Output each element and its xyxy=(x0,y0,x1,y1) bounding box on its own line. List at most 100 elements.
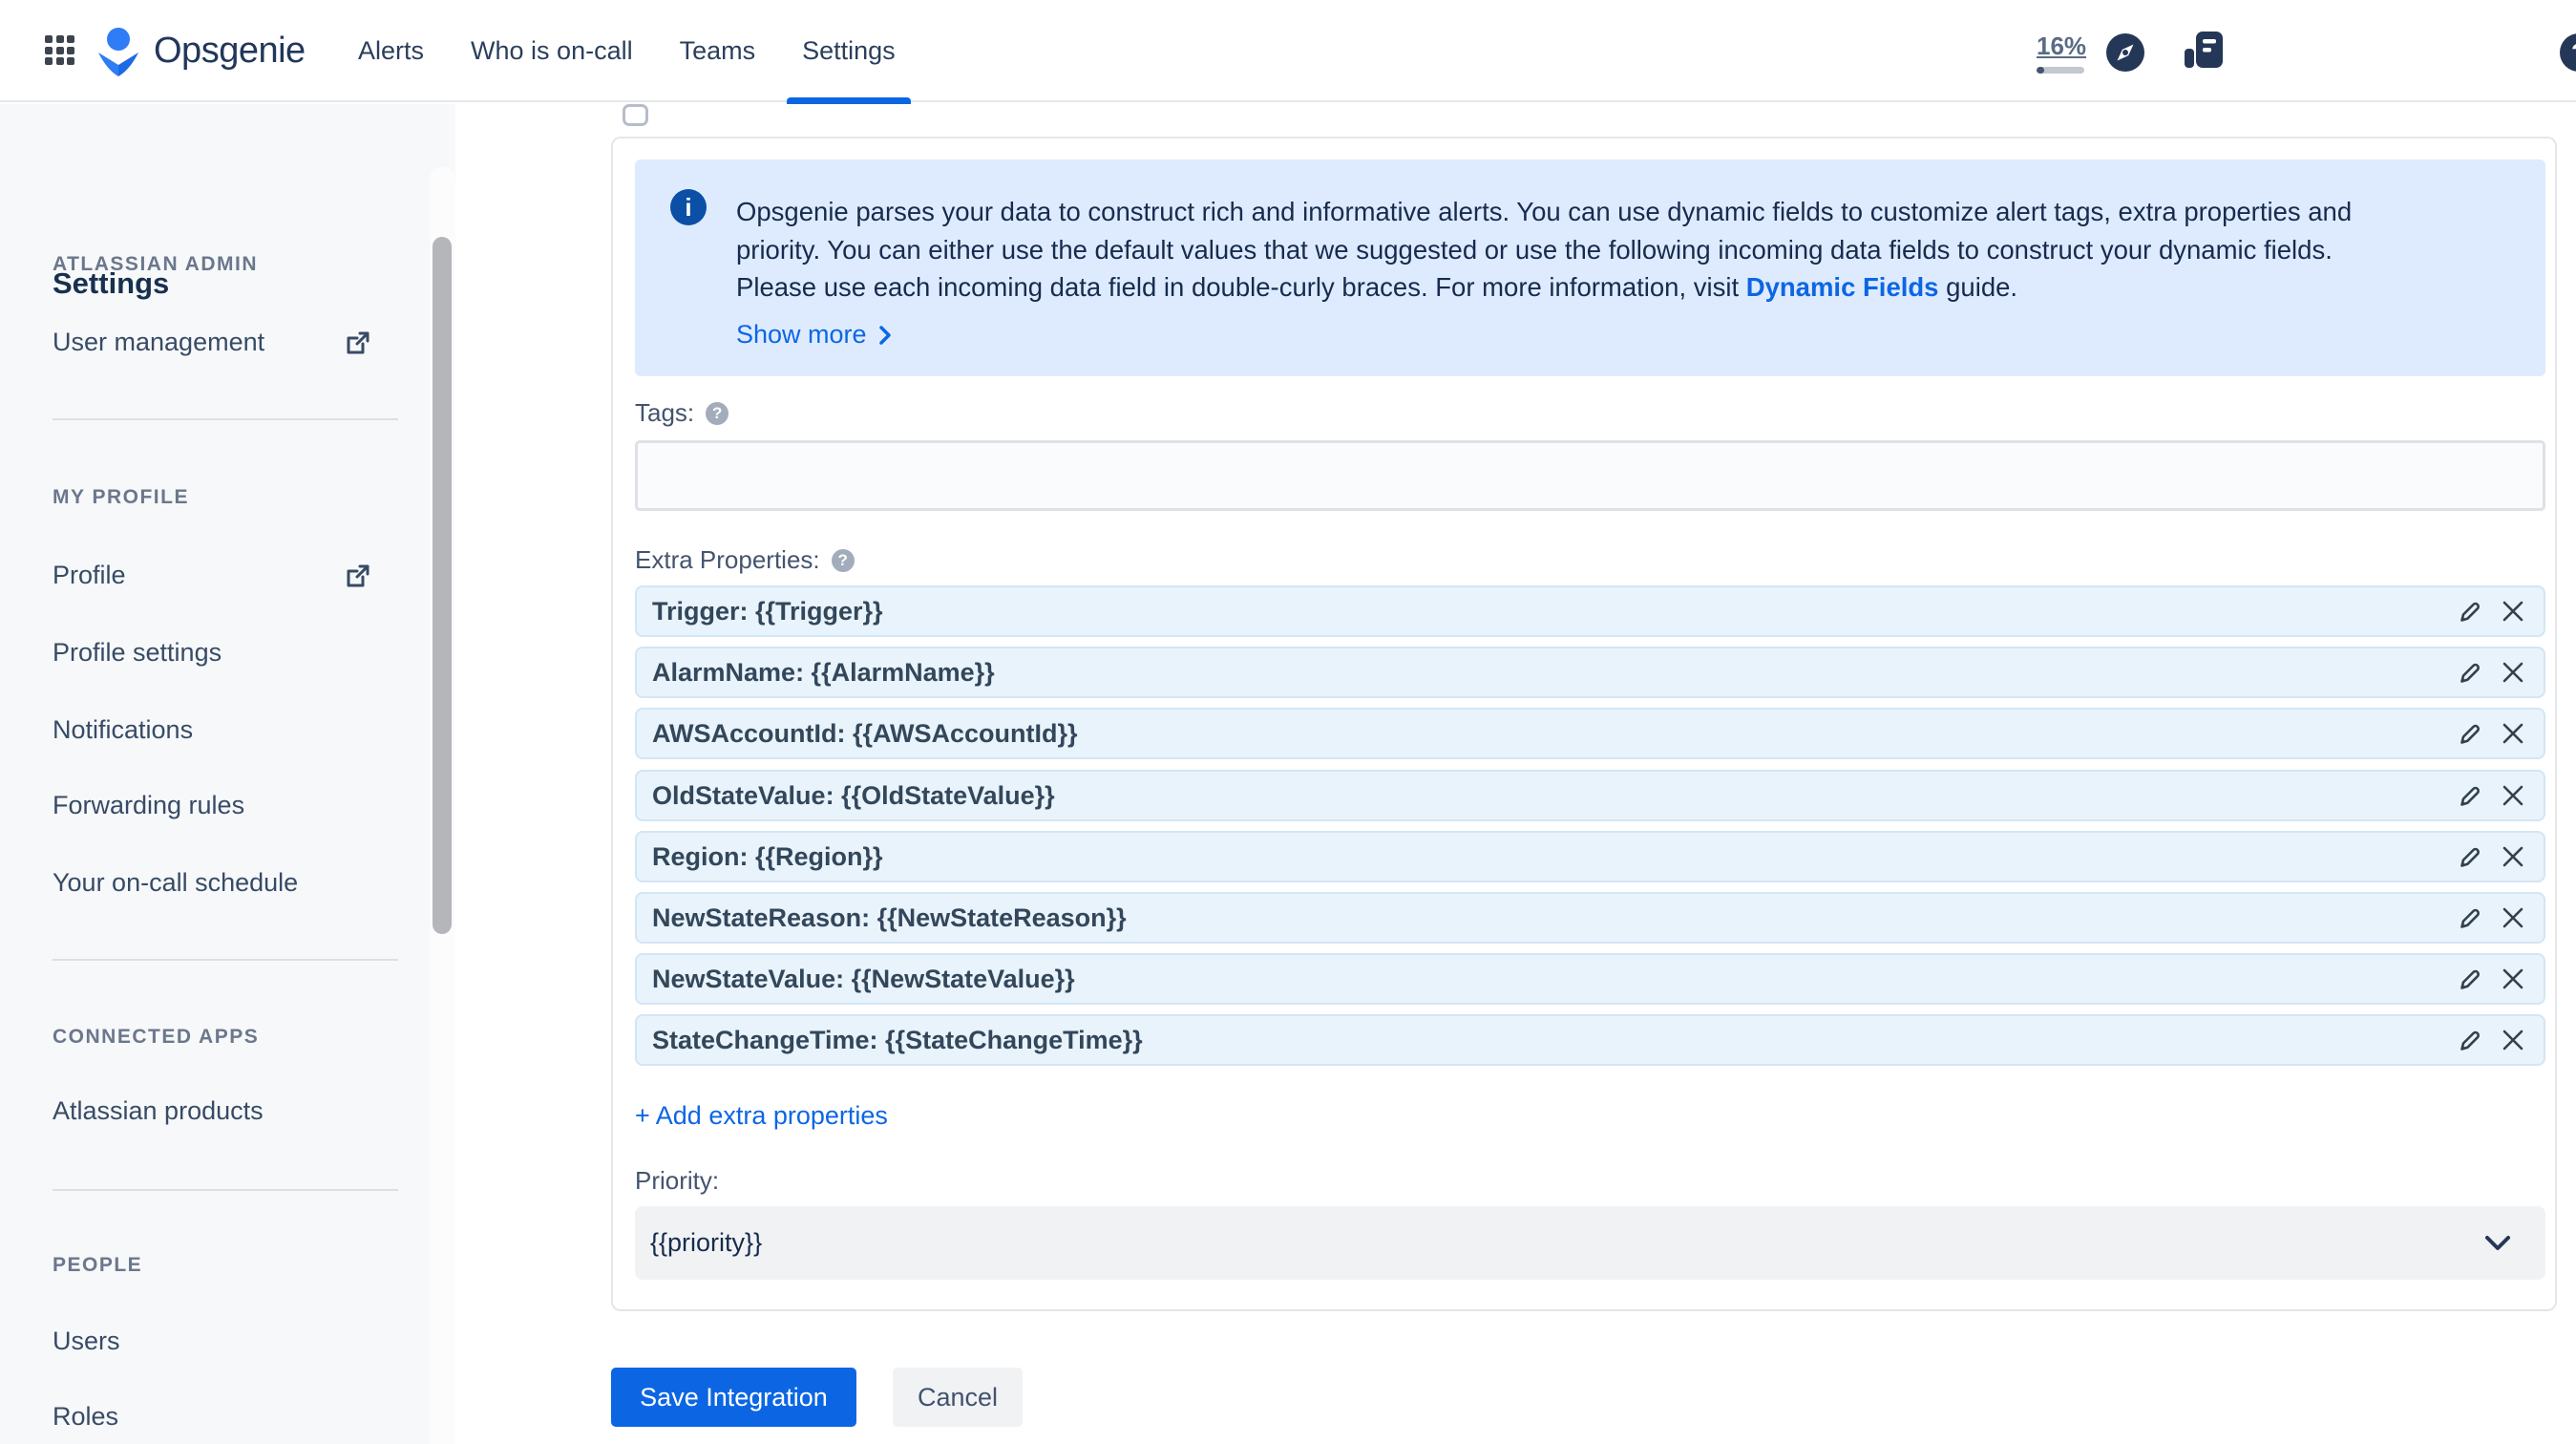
remove-property-button[interactable] xyxy=(2498,841,2528,872)
tags-label-row: Tags: ? xyxy=(635,398,729,428)
extra-property-value: Region: {{Region}} xyxy=(652,841,883,871)
extra-properties-help-icon[interactable]: ? xyxy=(831,548,855,572)
show-more-link[interactable]: Show more xyxy=(736,320,892,350)
cancel-button[interactable]: Cancel xyxy=(893,1368,1023,1427)
sidebar-item-label: Users xyxy=(53,1327,120,1355)
extra-property-value: Trigger: {{Trigger}} xyxy=(652,596,883,626)
sidebar-item-label: Forwarding rules xyxy=(53,791,245,819)
add-extra-properties-link[interactable]: + Add extra properties xyxy=(635,1101,888,1131)
extra-property-value: StateChangeTime: {{StateChangeTime}} xyxy=(652,1025,1143,1054)
section-label-my-profile: MY PROFILE xyxy=(53,486,189,508)
close-icon xyxy=(2502,785,2523,806)
banner-line-3-after: guide. xyxy=(1938,272,2018,302)
sidebar-item-label: Roles xyxy=(53,1402,119,1431)
opsgenie-logo[interactable]: Opsgenie xyxy=(95,0,306,102)
tags-label: Tags: xyxy=(635,398,695,427)
edit-property-button[interactable] xyxy=(2454,718,2484,749)
nav-who-is-on-call[interactable]: Who is on-call xyxy=(471,0,633,102)
tags-input[interactable] xyxy=(635,440,2545,511)
pencil-icon xyxy=(2460,1030,2480,1051)
priority-label: Priority: xyxy=(635,1166,720,1195)
extra-properties-label: Extra Properties: xyxy=(635,545,820,574)
extra-property-row: Trigger: {{Trigger}} xyxy=(635,585,2545,637)
extra-property-row: OldStateValue: {{OldStateValue}} xyxy=(635,770,2545,821)
edit-property-button[interactable] xyxy=(2454,780,2484,811)
remove-property-button[interactable] xyxy=(2498,1025,2528,1055)
pencil-icon xyxy=(2460,602,2480,622)
tags-help-icon[interactable]: ? xyxy=(706,401,729,425)
settings-sidebar: Settings ATLASSIAN ADMIN User management… xyxy=(0,104,455,1444)
edit-property-button[interactable] xyxy=(2454,596,2484,626)
pencil-icon xyxy=(2460,663,2480,683)
trial-progress-bar xyxy=(2037,67,2084,74)
trial-percent-label: 16% xyxy=(2037,32,2087,60)
edit-property-button[interactable] xyxy=(2454,841,2484,872)
extra-property-value: NewStateValue: {{NewStateValue}} xyxy=(652,964,1075,993)
sidebar-item-notifications[interactable]: Notifications xyxy=(53,715,193,745)
pencil-icon xyxy=(2460,847,2480,867)
close-icon xyxy=(2502,907,2523,928)
info-banner: i Opsgenie parses your data to construct… xyxy=(635,159,2545,376)
sidebar-item-profile[interactable]: Profile xyxy=(53,561,126,590)
info-icon: i xyxy=(670,189,707,225)
trial-progress[interactable]: 16% xyxy=(2037,32,2087,74)
remove-property-button[interactable] xyxy=(2498,596,2528,626)
remove-property-button[interactable] xyxy=(2498,657,2528,688)
navbar-right-cluster: 16% xyxy=(2037,0,2576,102)
sidebar-item-forwarding-rules[interactable]: Forwarding rules xyxy=(53,791,244,820)
extra-property-value: NewStateReason: {{NewStateReason}} xyxy=(652,902,1127,932)
brand-name: Opsgenie xyxy=(154,31,306,71)
extra-property-row: NewStateReason: {{NewStateReason}} xyxy=(635,892,2545,944)
sidebar-divider xyxy=(53,959,398,961)
remove-property-button[interactable] xyxy=(2498,964,2528,994)
dynamic-fields-link[interactable]: Dynamic Fields xyxy=(1746,272,1939,302)
edit-property-button[interactable] xyxy=(2454,902,2484,933)
extra-property-value: OldStateValue: {{OldStateValue}} xyxy=(652,780,1055,810)
pencil-icon xyxy=(2460,786,2480,806)
nav-settings[interactable]: Settings xyxy=(787,0,911,104)
show-more-label: Show more xyxy=(736,320,867,349)
edit-property-button[interactable] xyxy=(2454,1025,2484,1055)
integration-settings-card: i Opsgenie parses your data to construct… xyxy=(611,137,2557,1311)
sidebar-item-label: Your on-call schedule xyxy=(53,868,299,897)
edit-property-button[interactable] xyxy=(2454,964,2484,994)
integration-checkbox-partial[interactable] xyxy=(623,104,648,126)
app-switcher-icon[interactable] xyxy=(45,35,74,67)
close-icon xyxy=(2502,846,2523,867)
sidebar-item-label: Profile xyxy=(53,561,126,589)
nav-teams[interactable]: Teams xyxy=(680,0,756,102)
chevron-down-icon xyxy=(2485,1235,2510,1250)
pencil-icon xyxy=(2460,969,2480,989)
nav-alerts[interactable]: Alerts xyxy=(358,0,424,102)
sidebar-item-atlassian-products[interactable]: Atlassian products xyxy=(53,1096,264,1126)
sidebar-item-user-management[interactable]: User management xyxy=(53,328,264,357)
extra-property-row: AWSAccountId: {{AWSAccountId}} xyxy=(635,708,2545,759)
priority-select[interactable]: {{priority}} xyxy=(635,1206,2545,1280)
external-link-icon xyxy=(347,564,370,587)
discover-compass-icon[interactable] xyxy=(2106,33,2144,72)
extra-property-row: StateChangeTime: {{StateChangeTime}} xyxy=(635,1014,2545,1066)
banner-line-3: Please use each incoming data field in d… xyxy=(736,268,2352,307)
sidebar-item-users[interactable]: Users xyxy=(53,1327,120,1356)
close-icon xyxy=(2502,1030,2523,1051)
sidebar-scrollbar-track[interactable] xyxy=(430,167,455,1444)
close-icon xyxy=(2502,723,2523,744)
sidebar-item-profile-settings[interactable]: Profile settings xyxy=(53,638,222,668)
chevron-right-icon xyxy=(878,325,891,345)
sidebar-item-roles[interactable]: Roles xyxy=(53,1402,118,1432)
close-icon xyxy=(2502,968,2523,989)
save-integration-button[interactable]: Save Integration xyxy=(611,1368,856,1427)
sidebar-scrollbar-thumb[interactable] xyxy=(433,237,452,934)
remove-property-button[interactable] xyxy=(2498,902,2528,933)
sidebar-item-label: Atlassian products xyxy=(53,1096,264,1125)
extra-property-value: AlarmName: {{AlarmName}} xyxy=(652,657,995,687)
section-label-people: PEOPLE xyxy=(53,1254,143,1276)
section-label-connected-apps: CONNECTED APPS xyxy=(53,1026,260,1048)
banner-line-3-before: Please use each incoming data field in d… xyxy=(736,272,1746,302)
edit-property-button[interactable] xyxy=(2454,657,2484,688)
whats-new-icon[interactable] xyxy=(2185,32,2223,76)
primary-nav: Alerts Who is on-call Teams Settings xyxy=(358,0,911,104)
sidebar-item-your-on-call-schedule[interactable]: Your on-call schedule xyxy=(53,868,298,898)
remove-property-button[interactable] xyxy=(2498,718,2528,749)
remove-property-button[interactable] xyxy=(2498,780,2528,811)
